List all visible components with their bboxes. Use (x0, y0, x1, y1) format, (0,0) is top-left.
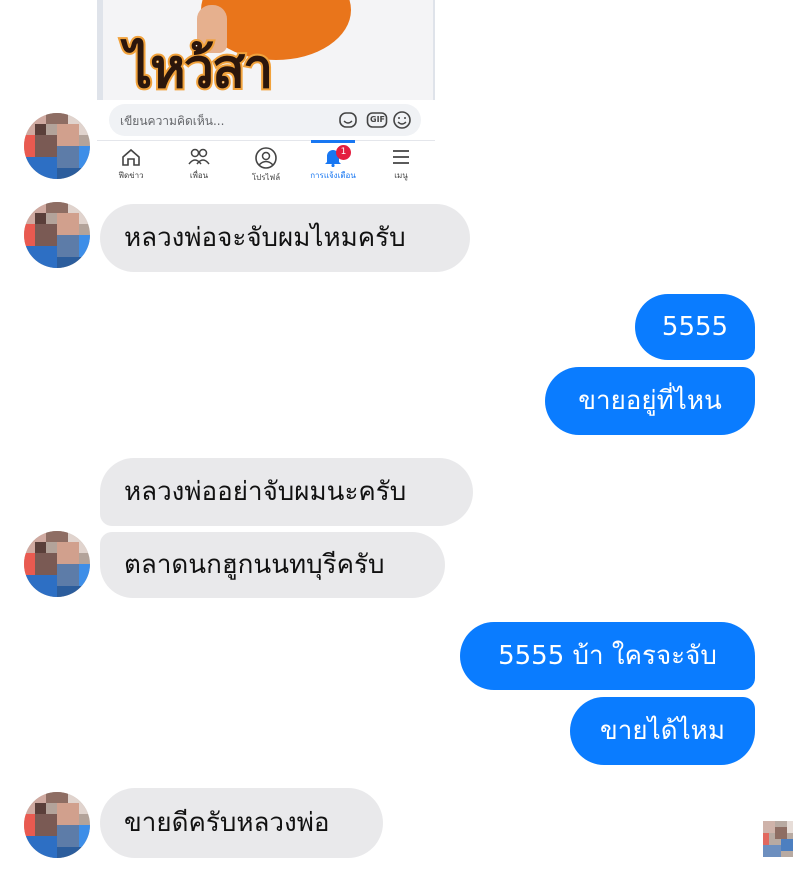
message-text: ขายอยู่ที่ไหน (578, 386, 722, 416)
message-text: ขายดีครับหลวงพ่อ (124, 808, 330, 838)
message-text: 5555 บ้า ใครจะจับ (498, 641, 717, 671)
nav-label-menu: เมนู (394, 171, 408, 180)
gif-label: GIF (370, 115, 386, 124)
profile-icon (255, 147, 277, 169)
contact-avatar[interactable] (24, 202, 90, 268)
incoming-message[interactable]: ตลาดนกฮูกนนทบุรีครับ (100, 532, 445, 598)
nav-tab-friends[interactable]: เพื่อน (169, 141, 229, 186)
nav-label-notifications: การแจ้งเตือน (310, 171, 356, 180)
outgoing-message[interactable]: ขายอยู่ที่ไหน (545, 367, 755, 435)
nav-label-profile: โปรไฟล์ (251, 173, 281, 182)
incoming-message[interactable]: หลวงพ่อจะจับผมไหมครับ (100, 204, 470, 272)
message-text: 5555 (661, 312, 729, 342)
message-text: ตลาดนกฮูกนนทบุรีครับ (124, 550, 385, 580)
shared-image-message[interactable]: ไหว้สา เขียนความคิดเห็น... GIF ฟีดข่าว เ… (97, 0, 435, 186)
outgoing-message[interactable]: ขายได้ไหม (570, 697, 755, 765)
message-text: หลวงพ่อจะจับผมไหมครับ (124, 223, 406, 253)
outgoing-message[interactable]: 5555 บ้า ใครจะจับ (460, 622, 755, 690)
comment-placeholder: เขียนความคิดเห็น... (120, 114, 225, 128)
facebook-bottom-nav: ฟีดข่าว เพื่อน โปรไฟล์ 1 การแจ้งเตือน เม… (97, 140, 435, 186)
contact-avatar[interactable] (24, 531, 90, 597)
incoming-message[interactable]: หลวงพ่ออย่าจับผมนะครับ (100, 458, 473, 526)
nav-tab-profile[interactable]: โปรไฟล์ (236, 141, 296, 186)
friends-icon (188, 148, 210, 165)
home-icon (122, 148, 140, 166)
incoming-message[interactable]: ขายดีครับหลวงพ่อ (100, 788, 383, 858)
nav-tab-menu[interactable]: เมนู (371, 141, 431, 186)
comment-input[interactable]: เขียนความคิดเห็น... GIF (109, 104, 421, 136)
notification-badge: 1 (336, 145, 351, 160)
nav-tab-notifications[interactable]: 1 การแจ้งเตือน (303, 140, 363, 186)
contact-avatar[interactable] (24, 792, 90, 858)
shared-photo: ไหว้สา (97, 0, 435, 100)
message-text: ขายได้ไหม (600, 716, 725, 746)
nav-label-news-feed: ฟีดข่าว (118, 171, 144, 180)
nav-tab-news-feed[interactable]: ฟีดข่าว (101, 141, 161, 186)
outgoing-message[interactable]: 5555 (635, 294, 755, 360)
emoji-icon[interactable] (392, 110, 412, 130)
menu-icon (393, 150, 409, 164)
sticker-icon[interactable] (338, 110, 358, 130)
photo-sign-text: ไหว้สา (123, 37, 275, 100)
contact-avatar[interactable] (24, 113, 90, 179)
seen-indicator-avatar (763, 821, 793, 857)
gif-icon[interactable]: GIF (366, 110, 388, 130)
nav-label-friends: เพื่อน (189, 171, 209, 180)
message-text: หลวงพ่ออย่าจับผมนะครับ (124, 477, 407, 507)
